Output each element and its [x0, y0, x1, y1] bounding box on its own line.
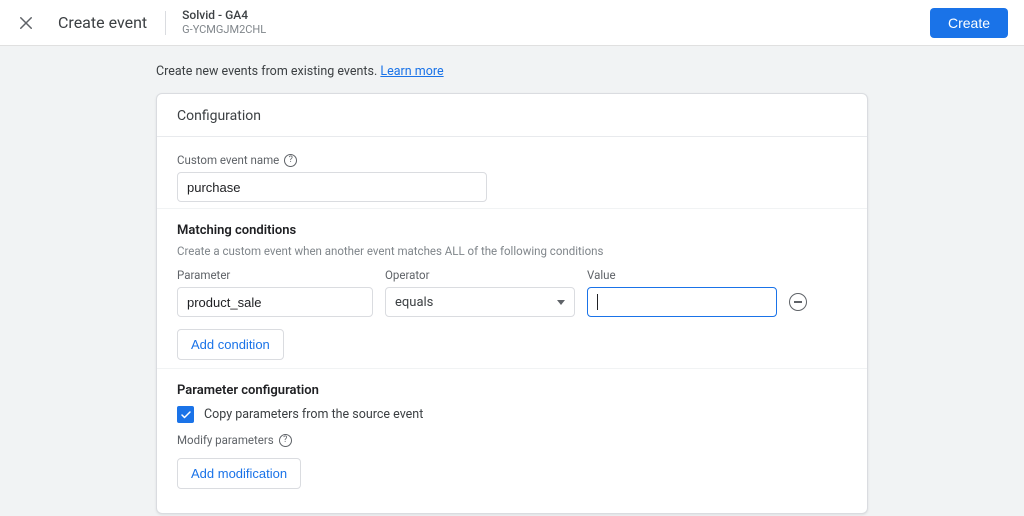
create-button[interactable]: Create: [930, 8, 1008, 38]
chevron-down-icon: [557, 300, 565, 305]
help-icon[interactable]: ?: [279, 434, 292, 447]
modify-parameters-label: Modify parameters ?: [177, 433, 847, 447]
property-name: Solvid - GA4: [182, 8, 266, 23]
operator-value: equals: [395, 295, 433, 310]
add-modification-button[interactable]: Add modification: [177, 458, 301, 489]
copy-parameters-checkbox-row[interactable]: Copy parameters from the source event: [177, 406, 847, 423]
condition-row: Parameter Operator equals Value: [177, 268, 847, 317]
custom-event-name-input[interactable]: [177, 172, 487, 202]
close-icon[interactable]: [16, 13, 36, 33]
property-info: Solvid - GA4 G-YCMGJM2CHL: [182, 8, 266, 37]
parameter-configuration-heading: Parameter configuration: [177, 383, 847, 398]
intro-text: Create new events from existing events. …: [156, 64, 868, 79]
configuration-card: Configuration Custom event name ? Matchi…: [156, 93, 868, 514]
header-bar: Create event Solvid - GA4 G-YCMGJM2CHL C…: [0, 0, 1024, 46]
card-title: Configuration: [157, 94, 867, 137]
text-cursor: [597, 294, 598, 310]
copy-parameters-label: Copy parameters from the source event: [204, 407, 423, 422]
checkbox-checked-icon[interactable]: [177, 406, 194, 423]
property-id: G-YCMGJM2CHL: [182, 23, 266, 37]
page-title: Create event: [58, 11, 166, 35]
value-input[interactable]: [587, 287, 777, 317]
learn-more-link[interactable]: Learn more: [380, 64, 443, 79]
matching-conditions-help: Create a custom event when another event…: [177, 244, 847, 258]
operator-select[interactable]: equals: [385, 287, 575, 317]
value-column-label: Value: [587, 268, 777, 282]
parameter-column-label: Parameter: [177, 268, 373, 282]
operator-column-label: Operator: [385, 268, 575, 282]
custom-event-name-label: Custom event name ?: [177, 153, 847, 167]
intro-sentence: Create new events from existing events.: [156, 64, 377, 79]
parameter-input[interactable]: [177, 287, 373, 317]
remove-condition-icon[interactable]: [789, 293, 807, 311]
help-icon[interactable]: ?: [284, 154, 297, 167]
add-condition-button[interactable]: Add condition: [177, 329, 284, 360]
matching-conditions-heading: Matching conditions: [177, 223, 847, 238]
